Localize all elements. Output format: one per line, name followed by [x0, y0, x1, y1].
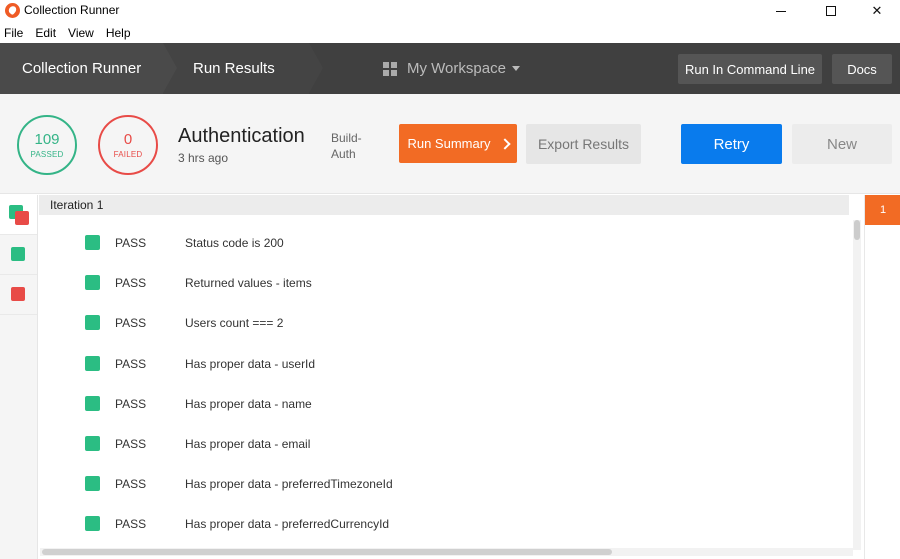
scrollbar-thumb[interactable] — [42, 549, 612, 555]
filter-failed[interactable] — [0, 275, 37, 315]
environment-name: Build-Auth — [331, 131, 362, 161]
vertical-scrollbar[interactable] — [853, 220, 861, 550]
menu-view[interactable]: View — [68, 26, 94, 40]
pass-square-icon — [85, 275, 100, 291]
pass-square-icon — [85, 516, 100, 532]
test-status: PASS — [115, 356, 147, 371]
run-in-command-line-button[interactable]: Run In Command Line — [678, 54, 822, 84]
test-name: Returned values - items — [185, 276, 312, 291]
run-summary-button[interactable]: Run Summary — [399, 124, 517, 163]
scrollbar-thumb[interactable] — [854, 220, 860, 240]
export-results-button[interactable]: Export Results — [526, 124, 641, 164]
test-result-row[interactable]: PASS Users count === 2 — [39, 303, 854, 343]
test-result-row[interactable]: PASS Status code is 200 — [39, 223, 854, 263]
horizontal-scrollbar[interactable] — [40, 548, 853, 556]
pass-square-icon — [85, 355, 100, 371]
iteration-header[interactable]: Iteration 1 — [39, 195, 849, 215]
workspace-selector[interactable]: My Workspace — [383, 43, 520, 94]
docs-button[interactable]: Docs — [832, 54, 892, 84]
results-panel: Iteration 1 PASS Status code is 200 PASS Re… — [39, 195, 864, 559]
iteration-badge[interactable]: 1 — [865, 195, 900, 225]
run-summary-bar: 109 PASSED 0 FAILED Authentication 3 hrs… — [0, 94, 900, 194]
app-header: Collection Runner Run Results My Workspa… — [0, 43, 900, 94]
test-status: PASS — [115, 436, 147, 451]
failed-count: 0 — [123, 131, 133, 148]
pass-square-icon — [85, 476, 100, 492]
breadcrumb-collection-runner[interactable]: Collection Runner — [0, 43, 163, 94]
pass-square-icon — [85, 395, 100, 411]
run-summary-label: Run Summary — [407, 136, 491, 151]
fail-square-icon — [11, 287, 25, 301]
test-status: PASS — [115, 236, 147, 250]
run-time: 3 hrs ago — [178, 151, 229, 165]
test-result-row[interactable]: PASS Has proper data - userId — [39, 344, 854, 384]
window-title: Collection Runner — [24, 3, 120, 17]
workspace-label: My Workspace — [407, 60, 506, 77]
breadcrumb-arrow — [163, 43, 177, 93]
retry-button[interactable]: Retry — [681, 124, 782, 164]
filter-passed[interactable] — [0, 235, 37, 275]
pass-square-icon — [85, 435, 100, 451]
test-result-row[interactable]: PASS Has proper data - preferredCurrencyI… — [39, 504, 854, 544]
chevron-right-icon — [498, 137, 511, 150]
minimize-button[interactable] — [758, 0, 804, 22]
test-status: PASS — [115, 316, 147, 331]
failed-count-badge: 0 FAILED — [98, 115, 158, 175]
iteration-rail: 1 — [864, 195, 900, 559]
test-status: PASS — [115, 517, 147, 532]
test-results-list: PASS Status code is 200 PASS Returned value… — [39, 223, 854, 545]
test-status: PASS — [115, 396, 147, 411]
test-name: Users count === 2 — [185, 316, 284, 331]
filter-rail — [0, 195, 38, 559]
title-bar: Collection Runner ✕ — [0, 0, 900, 22]
test-result-row[interactable]: PASS Has proper data - email — [39, 424, 854, 464]
test-name: Has proper data - name — [185, 396, 312, 411]
menu-edit[interactable]: Edit — [35, 26, 56, 40]
test-name: Status code is 200 — [185, 236, 284, 250]
passed-count-badge: 109 PASSED — [17, 115, 77, 175]
test-name: Has proper data - preferredTimezoneId — [185, 477, 393, 492]
maximize-button[interactable] — [808, 0, 854, 22]
test-result-row[interactable]: PASS Has proper data - name — [39, 384, 854, 424]
workspace-grid-icon — [383, 61, 397, 76]
pass-square-icon — [11, 247, 25, 261]
test-status: PASS — [115, 276, 147, 291]
fail-square-icon — [15, 211, 29, 225]
filter-all[interactable] — [0, 195, 37, 235]
test-status: PASS — [115, 477, 147, 492]
test-name: Has proper data - userId — [185, 356, 316, 371]
pass-square-icon — [85, 315, 100, 331]
passed-count: 109 — [34, 131, 60, 148]
breadcrumb-run-results[interactable]: Run Results — [193, 43, 275, 94]
test-result-row[interactable]: PASS Has proper data - preferredTimezoneI… — [39, 464, 854, 504]
failed-label: FAILED — [113, 150, 143, 159]
postman-logo-icon — [5, 3, 20, 18]
menu-help[interactable]: Help — [106, 26, 131, 40]
pass-square-icon — [85, 235, 100, 250]
run-name: Authentication — [178, 125, 305, 147]
test-name: Has proper data - preferredCurrencyId — [185, 517, 390, 532]
chevron-down-icon — [511, 66, 520, 71]
test-result-row[interactable]: PASS Returned values - items — [39, 263, 854, 303]
test-name: Has proper data - email — [185, 436, 311, 451]
menu-file[interactable]: File — [4, 26, 23, 40]
new-button[interactable]: New — [792, 124, 892, 164]
passed-label: PASSED — [30, 150, 64, 159]
menu-bar: File Edit View Help — [0, 22, 900, 43]
close-button[interactable]: ✕ — [854, 0, 900, 22]
breadcrumb-arrow — [309, 43, 323, 93]
